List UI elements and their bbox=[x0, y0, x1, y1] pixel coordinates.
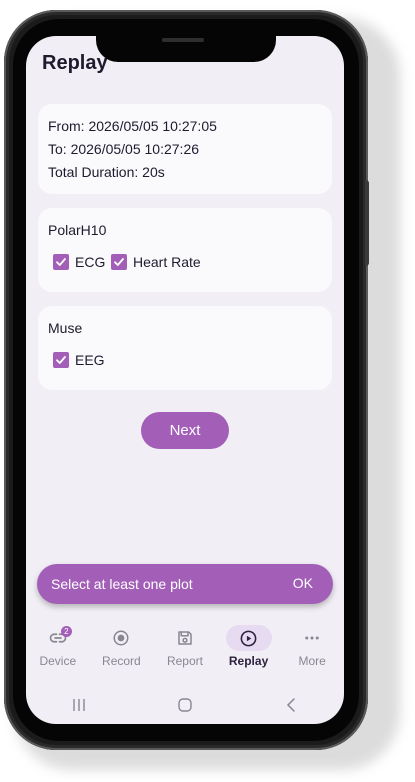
checkbox-label: Heart Rate bbox=[133, 254, 201, 270]
next-button[interactable]: Next bbox=[141, 412, 229, 449]
back-icon bbox=[286, 698, 295, 712]
snackbar-ok-button[interactable]: OK bbox=[293, 575, 313, 591]
recent-apps-icon bbox=[73, 699, 85, 711]
session-duration: Total Duration: 20s bbox=[48, 164, 165, 180]
record-icon bbox=[113, 630, 129, 646]
session-info-card: From: 2026/05/05 10:27:05 To: 2026/05/05… bbox=[38, 104, 332, 194]
session-from: From: 2026/05/05 10:27:05 bbox=[48, 118, 217, 134]
device-name: Muse bbox=[48, 320, 83, 336]
back-button[interactable] bbox=[276, 690, 306, 720]
nav-label: Device bbox=[39, 654, 77, 668]
check-icon bbox=[111, 254, 127, 270]
nav-label: Record bbox=[102, 654, 141, 668]
nav-icon-container bbox=[162, 625, 208, 651]
device-name: PolarH10 bbox=[48, 222, 107, 238]
snackbar-message: Select at least one plot bbox=[51, 576, 193, 592]
checkbox-ecg[interactable]: ECG bbox=[53, 254, 105, 270]
nav-item-device[interactable]: 2 Device bbox=[26, 620, 90, 676]
check-icon bbox=[53, 352, 69, 368]
nav-item-report[interactable]: Report bbox=[153, 620, 217, 676]
nav-label: Report bbox=[166, 654, 203, 668]
nav-item-more[interactable]: More bbox=[280, 620, 344, 676]
session-to: To: 2026/05/05 10:27:26 bbox=[48, 141, 200, 157]
device-card-polarh10: PolarH10 ECG Heart Rate bbox=[38, 208, 332, 292]
nav-icon-container bbox=[98, 625, 144, 651]
play-circle-icon bbox=[240, 630, 257, 646]
checkbox-heart-rate[interactable]: Heart Rate bbox=[111, 254, 201, 270]
device-card-muse: Muse EEG bbox=[38, 306, 332, 390]
side-button bbox=[365, 180, 369, 266]
bottom-navigation: 2 Device Record Report Replay More bbox=[26, 620, 344, 676]
nav-label: More bbox=[298, 654, 326, 668]
recent-apps-button[interactable] bbox=[64, 690, 94, 720]
app-screen: Replay From: 2026/05/05 10:27:05 To: 202… bbox=[26, 36, 344, 724]
checkbox-eeg[interactable]: EEG bbox=[53, 352, 105, 368]
system-navigation-bar bbox=[26, 686, 344, 724]
snackbar: Select at least one plot OK bbox=[37, 564, 333, 604]
page-title: Replay bbox=[42, 52, 108, 74]
earpiece-speaker bbox=[162, 38, 204, 42]
nav-item-replay[interactable]: Replay bbox=[217, 620, 281, 676]
nav-icon-container bbox=[289, 625, 335, 651]
checkbox-label: EEG bbox=[75, 352, 105, 368]
more-horizontal-icon bbox=[305, 636, 319, 640]
check-icon bbox=[53, 254, 69, 270]
home-icon bbox=[178, 698, 192, 712]
checkbox-label: ECG bbox=[75, 254, 106, 270]
save-icon bbox=[178, 631, 192, 645]
home-button[interactable] bbox=[170, 690, 200, 720]
device-count-badge: 2 bbox=[60, 626, 72, 637]
nav-icon-container: 2 bbox=[35, 625, 81, 651]
nav-item-record[interactable]: Record bbox=[90, 620, 154, 676]
nav-icon-container bbox=[225, 625, 272, 651]
nav-label: Replay bbox=[228, 654, 269, 668]
